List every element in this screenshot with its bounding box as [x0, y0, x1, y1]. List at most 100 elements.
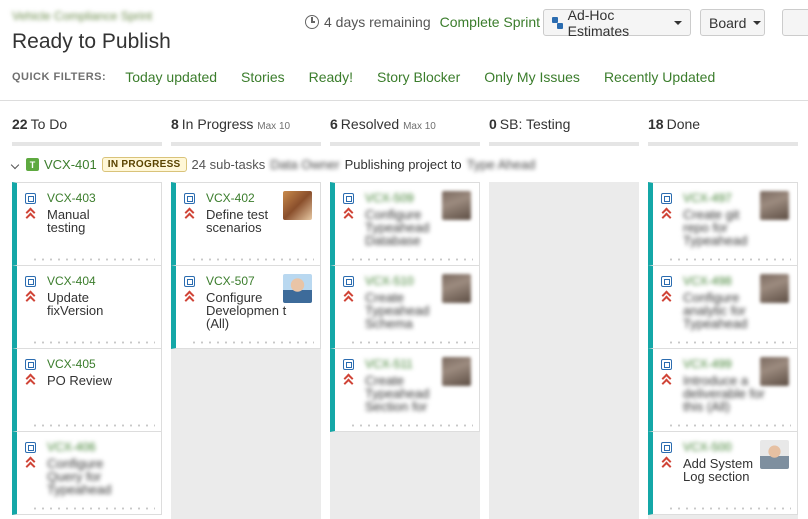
issue-summary: Define test scenarios [206, 207, 269, 235]
project-name[interactable]: Vehicle Compliance Sprint [12, 9, 152, 23]
avatar [442, 357, 471, 386]
issue-summary: PO Review [47, 373, 113, 388]
issue-card[interactable]: VCX-507 Configure Developmen t (All) [171, 265, 321, 349]
column-divider [12, 142, 162, 146]
chevron-down-icon[interactable] [10, 160, 20, 170]
swimlane-key[interactable]: VCX-401 [44, 157, 97, 172]
issue-card[interactable]: VCX-402 Define test scenarios [171, 182, 321, 266]
issue-key[interactable]: VCX-499 [683, 357, 732, 371]
subtask-icon [343, 193, 354, 204]
priority-high-icon [343, 374, 353, 386]
issue-key[interactable]: VCX-500 [683, 440, 732, 454]
issue-key[interactable]: VCX-405 [47, 357, 96, 371]
priority-high-icon [661, 291, 671, 303]
avatar [760, 440, 789, 469]
subtask-icon [25, 276, 36, 287]
issue-card[interactable]: VCX-499 Introduce a deliverable for this… [648, 348, 798, 432]
priority-high-icon [25, 374, 35, 386]
issue-card[interactable]: VCX-497 Create git repo for Typeahead [648, 182, 798, 266]
issue-key[interactable]: VCX-402 [206, 191, 255, 205]
issue-key[interactable]: VCX-498 [683, 274, 732, 288]
avatar [760, 357, 789, 386]
issue-card[interactable]: VCX-509 Configure Typeahead Database [330, 182, 480, 266]
priority-high-icon [661, 457, 671, 469]
issue-summary: Add System Log section [683, 456, 754, 484]
priority-high-icon [661, 374, 671, 386]
more-button[interactable] [782, 9, 808, 36]
filter-story-blocker[interactable]: Story Blocker [377, 69, 460, 85]
subtask-icon [25, 442, 36, 453]
swimlane-header[interactable]: T VCX-401 IN PROGRESS 24 sub-tasks Data … [10, 157, 536, 172]
issue-summary: Configure Query for Typeahead [47, 456, 112, 497]
status-badge: IN PROGRESS [101, 157, 187, 172]
issue-key[interactable]: VCX-406 [47, 440, 96, 454]
filter-ready[interactable]: Ready! [309, 69, 353, 85]
priority-high-icon [25, 208, 35, 220]
column-divider [330, 142, 480, 146]
issue-key[interactable]: VCX-510 [365, 274, 414, 288]
card-grabber [31, 507, 155, 510]
priority-high-icon [25, 457, 35, 469]
column-sb-testing [489, 182, 639, 519]
card-grabber [190, 341, 314, 344]
issue-card[interactable]: VCX-403 Manual testing [12, 182, 162, 266]
issue-summary: Create git repo for Typeahead [683, 207, 748, 248]
chevron-down-icon [753, 20, 762, 25]
clock-icon [305, 15, 319, 29]
issue-key[interactable]: VCX-497 [683, 191, 732, 205]
card-grabber [667, 424, 791, 427]
issue-card[interactable]: VCX-500 Add System Log section [648, 431, 798, 515]
quick-filters: QUICK FILTERS: Today updated Stories Rea… [12, 69, 739, 85]
column-header-done: 18 Done [648, 116, 701, 132]
swimlane-summary-tail: Type Ahead [466, 157, 536, 172]
issue-card[interactable]: VCX-510 Create Typeahead Schema [330, 265, 480, 349]
card-grabber [349, 258, 473, 261]
ad-hoc-estimates-label: Ad-Hoc Estimates [567, 6, 630, 39]
filter-today-updated[interactable]: Today updated [125, 69, 217, 85]
complete-sprint-link[interactable]: Complete Sprint [440, 14, 540, 30]
card-grabber [349, 341, 473, 344]
avatar [760, 274, 789, 303]
swimlane-owner: Data Owner [270, 157, 340, 172]
days-remaining: 4 days remaining [324, 14, 431, 30]
issue-card[interactable]: VCX-405 PO Review [12, 348, 162, 432]
subtask-count: 24 sub-tasks [191, 157, 266, 172]
card-grabber [667, 258, 791, 261]
subtask-icon [661, 193, 672, 204]
issue-key[interactable]: VCX-511 [365, 357, 413, 371]
filter-only-my-issues[interactable]: Only My Issues [484, 69, 580, 85]
issue-summary: Configure Typeahead Database [365, 207, 430, 248]
issue-summary: Configure Developmen t (All) [206, 290, 287, 331]
issue-key[interactable]: VCX-507 [206, 274, 255, 288]
card-grabber [190, 258, 314, 261]
subtask-icon [184, 193, 195, 204]
issue-key[interactable]: VCX-403 [47, 191, 96, 205]
quick-filters-label: QUICK FILTERS: [12, 71, 107, 83]
ad-hoc-estimates-button[interactable]: Ad-Hoc Estimates [543, 6, 691, 39]
issue-summary: Create Typeahead Schema [365, 290, 430, 331]
issue-summary: Update fixVersion [47, 290, 104, 318]
story-icon: T [26, 158, 39, 171]
issue-key[interactable]: VCX-509 [365, 191, 414, 205]
issue-card[interactable]: VCX-406 Configure Query for Typeahead [12, 431, 162, 515]
priority-high-icon [343, 208, 353, 220]
subtask-icon [184, 276, 195, 287]
priority-high-icon [184, 208, 194, 220]
board-button[interactable]: Board [700, 9, 765, 36]
column-divider [489, 142, 639, 146]
subtask-icon [661, 276, 672, 287]
avatar [442, 274, 471, 303]
filter-stories[interactable]: Stories [241, 69, 285, 85]
issue-card[interactable]: VCX-404 Update fixVersion [12, 265, 162, 349]
filter-recently-updated[interactable]: Recently Updated [604, 69, 715, 85]
subtask-icon [343, 276, 354, 287]
column-header-in-progress: 8 In Progress Max 10 [171, 116, 291, 132]
issue-card[interactable]: VCX-511 Create Typeahead Section for [330, 348, 480, 432]
avatar [283, 191, 312, 220]
page-title: Ready to Publish [12, 30, 171, 53]
issue-card[interactable]: VCX-498 Configure analytic for Typeahead [648, 265, 798, 349]
subtask-icon [343, 359, 354, 370]
card-grabber [667, 341, 791, 344]
column-header-resolved: 6 Resolved Max 10 [330, 116, 436, 132]
issue-key[interactable]: VCX-404 [47, 274, 96, 288]
